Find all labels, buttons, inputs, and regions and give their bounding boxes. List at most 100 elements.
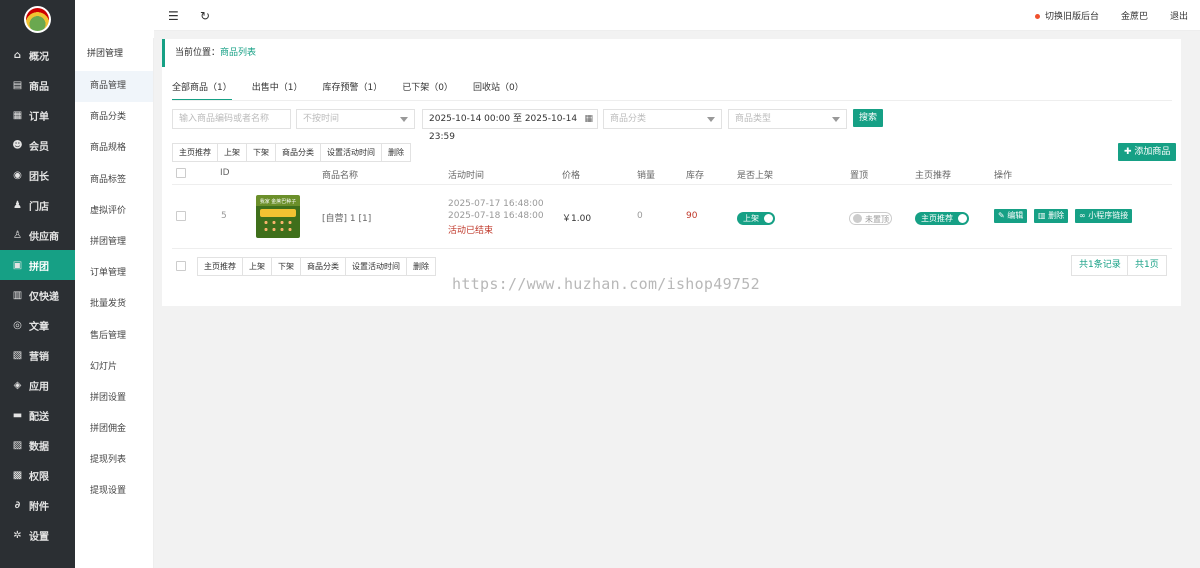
time-select[interactable]: 不按时间 [296,109,415,129]
main-sidebar: ⌂ 概况 ▤ 商品 ▦ 订单 ☻ 会员 ◉ 团长 ♟ 门店 ♙ 供应商 ▣ 拼团 ▥ 仅快递 ◎ 文章 ▧ 营销 ◈ 应用 ▬ 配… [0,0,75,568]
sidebar-item-label: 仅快递 [29,291,59,303]
keyword-input[interactable]: 输入商品编码或者名称 [172,109,291,129]
delete-button[interactable]: ▥ 删除 [1034,209,1069,223]
batch-top-button-0[interactable]: 主页推荐 [173,144,218,161]
product-image[interactable]: 我家 金蔗巴种子 [256,195,300,238]
subsidebar-item-12[interactable]: 提现列表 [75,445,153,476]
pin-top-toggle[interactable]: 未置顶 [849,212,892,225]
batch-bottom-button-4[interactable]: 设置活动时间 [346,258,407,275]
subsidebar-item-10[interactable]: 拼团设置 [75,383,153,414]
breadcrumb-current[interactable]: 商品列表 [220,48,256,58]
sidebar-item-label: 权限 [29,471,49,483]
logout-link[interactable]: 退出 [1170,9,1188,22]
batch-bottom-button-1[interactable]: 上架 [243,258,272,275]
scrollbar[interactable] [1181,31,1200,568]
tab-2[interactable]: 库存预警（1） [322,75,382,101]
filter-bar: 输入商品编码或者名称 不按时间 2025-10-14 00:00 至 2025-… [172,109,1172,142]
batch-top-button-4[interactable]: 设置活动时间 [321,144,382,161]
batch-top-button-5[interactable]: 删除 [382,144,410,161]
switch-old-admin-link[interactable]: 切换旧版后台 [1034,9,1099,22]
sidebar-item-0[interactable]: ⌂ 概况 [0,40,75,70]
category-select[interactable]: 商品分类 [603,109,722,129]
tab-0[interactable]: 全部商品（1） [172,75,232,101]
type-select[interactable]: 商品类型 [728,109,847,129]
search-button[interactable]: 搜索 [853,109,884,127]
subsidebar-item-7[interactable]: 批量发货 [75,289,153,320]
sidebar-item-label: 订单 [29,111,49,123]
sidebar-item-10[interactable]: ▧ 营销 [0,340,75,370]
subsidebar-item-13[interactable]: 提现设置 [75,476,153,507]
batch-bottom-button-5[interactable]: 删除 [407,258,435,275]
watermark: https://www.huzhan.com/ishop49752 [452,275,760,293]
logo[interactable] [0,0,75,38]
subsidebar-item-8[interactable]: 售后管理 [75,321,153,352]
on-shelf-toggle[interactable]: 上架 [737,212,775,225]
sidebar-item-3[interactable]: ☻ 会员 [0,130,75,160]
batch-bottom-button-0[interactable]: 主页推荐 [198,258,243,275]
select-all-checkbox[interactable] [176,168,186,178]
tab-1[interactable]: 出售中（1） [252,75,303,101]
subsidebar-item-6[interactable]: 订单管理 [75,258,153,289]
sidebar-item-9[interactable]: ◎ 文章 [0,310,75,340]
product-name[interactable]: [自营] 1 [1] [322,211,371,224]
edit-button[interactable]: ✎ 编辑 [994,209,1028,223]
sidebar-item-7[interactable]: ▣ 拼团 [0,250,75,280]
table-header-9: 操作 [994,171,1013,181]
add-product-label: 添加商品 [1134,147,1171,157]
batch-top-button-3[interactable]: 商品分类 [276,144,321,161]
subsidebar-item-2[interactable]: 商品规格 [75,133,153,164]
sidebar-item-label: 营销 [29,351,49,363]
sidebar-item-1[interactable]: ▤ 商品 [0,70,75,100]
recommend-toggle[interactable]: 主页推荐 [915,212,969,225]
sidebar-item-8[interactable]: ▥ 仅快递 [0,280,75,310]
sidebar-item-12[interactable]: ▬ 配送 [0,400,75,430]
on-shelf-label: 上架 [743,214,759,223]
subsidebar-item-5[interactable]: 拼团管理 [75,227,153,258]
sidebar-item-15[interactable]: ∂ 附件 [0,490,75,520]
tab-4[interactable]: 回收站（0） [473,75,524,101]
subsidebar-item-11[interactable]: 拼团佣金 [75,414,153,445]
sidebar-item-14[interactable]: ▩ 权限 [0,460,75,490]
sidebar-item-label: 数据 [29,441,49,453]
sidebar-item-11[interactable]: ◈ 应用 [0,370,75,400]
pin-top-label: 未置顶 [865,215,889,224]
type-select-value: 商品类型 [735,114,772,124]
select-all-checkbox-bottom[interactable] [176,261,186,271]
refresh-icon[interactable]: ↻ [200,9,210,23]
sidebar-item-label: 应用 [29,381,49,393]
sidebar-item-16[interactable]: ✲ 设置 [0,520,75,550]
subsidebar-top [75,0,154,38]
subsidebar-item-0[interactable]: 商品管理 [75,71,153,103]
sidebar-item-6[interactable]: ♙ 供应商 [0,220,75,250]
sidebar-item-2[interactable]: ▦ 订单 [0,100,75,130]
subsidebar-item-1[interactable]: 商品分类 [75,102,153,133]
top-bar: ☰ ↻ 切换旧版后台 金蔗巴 退出 [154,0,1200,31]
supplier-icon: ♙ [13,229,22,241]
collapse-menu-icon[interactable]: ☰ [168,9,179,23]
batch-top-button-2[interactable]: 下架 [247,144,276,161]
delivery-icon: ▬ [12,409,23,421]
batch-bottom-button-3[interactable]: 商品分类 [301,258,346,275]
logo-image [24,5,51,33]
table-header-0: ID [220,168,230,178]
order-icon: ▦ [12,109,23,121]
breadcrumb-prefix: 当前位置： [175,48,221,58]
delete-icon: ▥ [1038,211,1049,220]
batch-bottom-button-2[interactable]: 下架 [272,258,301,275]
row-checkbox[interactable] [176,211,186,221]
user-name[interactable]: 金蔗巴 [1121,9,1148,22]
subsidebar-item-9[interactable]: 幻灯片 [75,352,153,383]
sidebar-item-13[interactable]: ▨ 数据 [0,430,75,460]
marketing-icon: ▧ [12,349,23,361]
batch-top-button-1[interactable]: 上架 [218,144,247,161]
tab-3[interactable]: 已下架（0） [402,75,453,101]
subsidebar-item-3[interactable]: 商品标签 [75,165,153,196]
subsidebar-item-4[interactable]: 虚拟评价 [75,196,153,227]
sidebar-item-4[interactable]: ◉ 团长 [0,160,75,190]
add-product-button[interactable]: ✚ 添加商品 [1118,143,1177,161]
lock-icon: ▩ [12,469,23,481]
miniprogram-link-button[interactable]: ∞ 小程序链接 [1075,209,1133,223]
date-range-input[interactable]: 2025-10-14 00:00 至 2025-10-14 23:59 ▦ [422,109,598,142]
breadcrumb: 当前位置：商品列表 [162,39,1181,67]
sidebar-item-5[interactable]: ♟ 门店 [0,190,75,220]
